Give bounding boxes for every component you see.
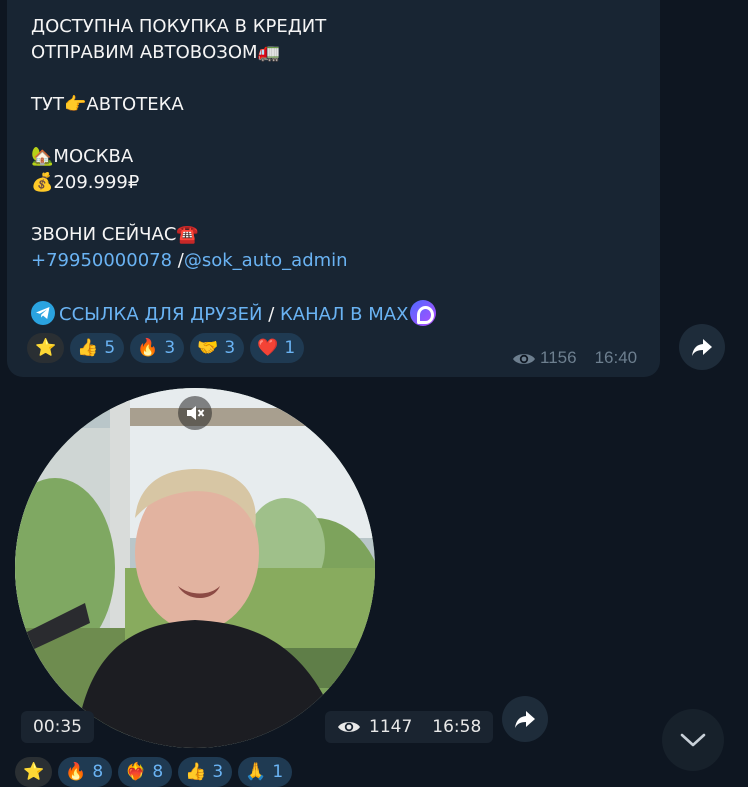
money-bag-icon: 💰 (31, 172, 54, 193)
message-time: 16:40 (594, 348, 638, 367)
reactions-bar: ⭐ 🔥 8 ❤️‍🔥 8 👍 3 🙏 1 (15, 757, 293, 787)
telephone-icon: ☎️ (176, 224, 199, 245)
message-time: 16:58 (432, 717, 482, 737)
share-arrow-icon (515, 711, 535, 728)
city-line: 🏡МОСКВА (31, 144, 436, 170)
autoteka-line: ТУТ👉АВТОТЕКА (31, 92, 436, 118)
reaction-button[interactable]: 🤝 3 (190, 333, 245, 363)
call-line: ЗВОНИ СЕЙЧАС☎️ (31, 222, 436, 248)
autoteka-link[interactable]: АВТОТЕКА (86, 94, 183, 115)
reaction-count: 3 (224, 338, 236, 358)
telegram-icon (31, 301, 55, 325)
duration-text: 00:35 (33, 717, 82, 737)
house-icon: 🏡 (31, 146, 54, 167)
links-line: ССЫЛКА ДЛЯ ДРУЗЕЙ / КАНАЛ В MAX (31, 300, 437, 326)
slash-text: / (262, 304, 280, 325)
reaction-button[interactable]: 👍 5 (70, 333, 125, 363)
reaction-emoji-icon: ❤️ (257, 338, 279, 358)
video-duration: 00:35 (21, 711, 94, 743)
share-button[interactable] (679, 324, 725, 370)
reaction-button[interactable]: 🔥 3 (130, 333, 185, 363)
video-meta: 1147 16:58 (325, 711, 494, 743)
scroll-to-bottom-button[interactable] (662, 709, 724, 771)
reaction-emoji-icon: ⭐ (35, 338, 57, 358)
views-count: 1147 (369, 717, 413, 737)
reaction-emoji-icon: 🙏 (245, 762, 267, 782)
eye-icon (338, 722, 360, 732)
reaction-button[interactable]: 🙏 1 (238, 757, 293, 787)
call-text: ЗВОНИ СЕЙЧАС (31, 224, 177, 245)
ship-line: ОТПРАВИМ АВТОВОЗОМ🚛 (31, 40, 436, 66)
reaction-emoji-icon: 🤝 (197, 338, 219, 358)
reaction-count: 3 (164, 338, 176, 358)
friends-link[interactable]: ССЫЛКА ДЛЯ ДРУЗЕЙ (59, 304, 262, 325)
city-text: МОСКВА (53, 146, 134, 167)
reactions-bar: ⭐ 👍 5 🔥 3 🤝 3 ❤️ 1 (27, 333, 305, 363)
reaction-button[interactable]: ❤️‍🔥 8 (118, 757, 173, 787)
mute-indicator[interactable] (178, 396, 212, 430)
phone-link[interactable]: +79950000078 (31, 250, 172, 271)
credit-line: ДОСТУПНА ПОКУПКА В КРЕДИТ (31, 14, 436, 40)
reaction-button[interactable]: 🔥 8 (58, 757, 113, 787)
reaction-count: 1 (272, 762, 284, 782)
eye-icon (512, 351, 535, 365)
pointing-hand-icon: 👉 (63, 94, 87, 115)
share-button[interactable] (502, 696, 548, 742)
max-logo-icon (410, 300, 437, 326)
admin-handle-link[interactable]: @sok_auto_admin (184, 250, 348, 271)
reaction-emoji-icon: 👍 (77, 338, 99, 358)
contacts-line: +79950000078 /@sok_auto_admin (31, 248, 436, 274)
separator-text: / (172, 250, 184, 271)
reaction-count: 8 (92, 762, 104, 782)
reaction-button[interactable]: ❤️ 1 (250, 333, 305, 363)
reaction-button[interactable]: ⭐ (27, 333, 65, 363)
speaker-muted-icon (187, 406, 205, 420)
reaction-count: 5 (104, 338, 116, 358)
chevron-down-icon (680, 733, 706, 747)
reaction-count: 8 (152, 762, 164, 782)
truck-icon: 🚛 (257, 42, 280, 63)
message-text: ДОСТУПНА ПОКУПКА В КРЕДИТ ОТПРАВИМ АВТОВ… (31, 14, 437, 326)
ship-text: ОТПРАВИМ АВТОВОЗОМ (31, 42, 258, 63)
reaction-button[interactable]: ⭐ (15, 757, 53, 787)
max-channel-link[interactable]: КАНАЛ В MAX (280, 304, 408, 325)
credit-text: ДОСТУПНА ПОКУПКА В КРЕДИТ (31, 16, 327, 37)
here-text: ТУТ (31, 94, 64, 115)
reaction-emoji-icon: ❤️‍🔥 (125, 762, 147, 782)
reaction-count: 3 (212, 762, 224, 782)
views-count: 1156 (540, 348, 577, 367)
reaction-emoji-icon: 🔥 (137, 338, 159, 358)
reaction-emoji-icon: 👍 (185, 762, 207, 782)
share-arrow-icon (692, 339, 712, 356)
message-meta: 1156 16:40 (512, 348, 637, 368)
reaction-emoji-icon: ⭐ (23, 762, 45, 782)
video-frame (15, 388, 375, 748)
price-text: 209.999₽ (53, 172, 140, 193)
price-line: 💰209.999₽ (31, 170, 436, 196)
reaction-count: 1 (284, 338, 296, 358)
video-message[interactable] (15, 388, 375, 748)
reaction-button[interactable]: 👍 3 (178, 757, 233, 787)
reaction-emoji-icon: 🔥 (65, 762, 87, 782)
